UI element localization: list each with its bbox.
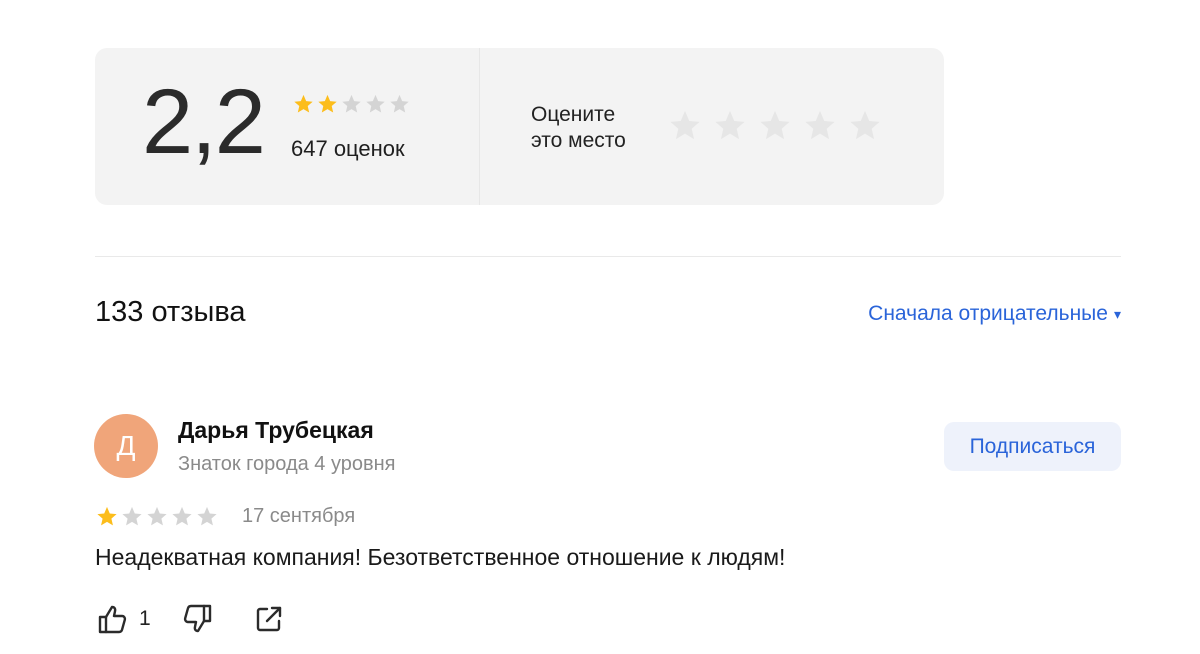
rate-prompt: Оцените это место (531, 102, 626, 154)
rating-value: 2,2 (142, 71, 266, 173)
reviews-page: 2,2 647 оценок Оцените это место 133 отз… (0, 0, 1200, 654)
avatar[interactable]: Д (94, 414, 158, 478)
rate-star-3-icon[interactable] (757, 108, 793, 143)
reviews-count-title: 133 отзыва (95, 296, 246, 328)
section-divider (95, 256, 1121, 257)
thumbs-down-icon (183, 604, 211, 633)
star-icon (97, 506, 117, 526)
star-icon (197, 506, 217, 526)
share-button[interactable] (253, 603, 285, 635)
star-icon (172, 506, 192, 526)
rate-prompt-line1: Оцените (531, 103, 616, 126)
sort-dropdown[interactable]: Сначала отрицательные ▾ (868, 302, 1121, 326)
star-icon (390, 94, 409, 113)
caret-down-icon: ▾ (1113, 305, 1121, 322)
rate-star-5-icon[interactable] (847, 108, 883, 143)
like-count: 1 (139, 607, 151, 630)
thumbs-up-icon (98, 605, 127, 634)
subscribe-button[interactable]: Подписаться (944, 422, 1121, 471)
sort-label: Сначала отрицательные (868, 302, 1108, 325)
review-text: Неадекватная компания! Безответственное … (95, 544, 786, 570)
card-divider (479, 48, 480, 205)
review-actions: 1 (95, 602, 285, 636)
review-stars (95, 505, 219, 528)
like-button[interactable]: 1 (95, 602, 151, 636)
star-icon (318, 94, 337, 113)
avatar-letter: Д (116, 430, 136, 461)
author-level: Знаток города 4 уровня (178, 453, 396, 475)
rate-stars (667, 108, 883, 143)
rate-prompt-line2: это место (531, 129, 626, 152)
share-icon (256, 606, 281, 632)
star-icon (122, 506, 142, 526)
star-icon (147, 506, 167, 526)
rate-star-4-icon[interactable] (802, 108, 838, 143)
rate-star-2-icon[interactable] (712, 108, 748, 143)
rating-stars (292, 93, 411, 115)
author-name[interactable]: Дарья Трубецкая (178, 417, 374, 444)
star-icon (294, 94, 313, 113)
star-icon (366, 94, 385, 113)
star-icon (342, 94, 361, 113)
rating-count: 647 оценок (291, 136, 405, 161)
review-date: 17 сентября (242, 505, 356, 527)
rate-star-1-icon[interactable] (667, 108, 703, 143)
rating-card: 2,2 647 оценок Оцените это место (95, 48, 944, 205)
dislike-button[interactable] (181, 602, 215, 636)
